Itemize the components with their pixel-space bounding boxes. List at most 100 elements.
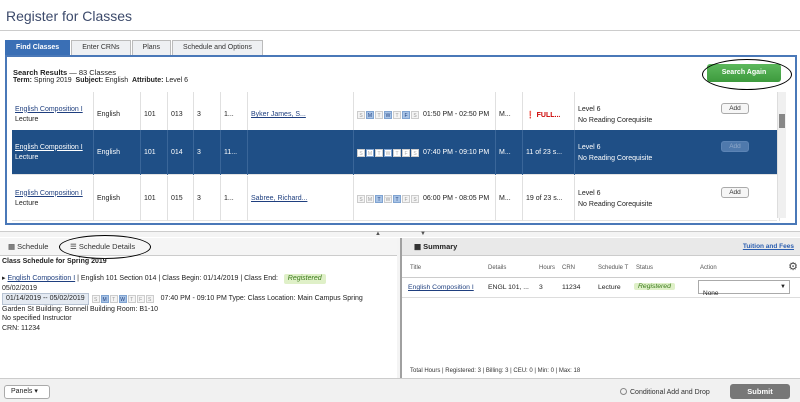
splitter-up-icon[interactable]: ▲ — [375, 231, 381, 237]
schedule-day-2: T — [109, 294, 118, 303]
conditional-radio[interactable] — [620, 388, 627, 395]
panels-button-label: Panels — [11, 388, 33, 395]
crn-text: 1... — [224, 195, 234, 202]
table-cell: 101 — [141, 130, 168, 175]
schedule-crn: CRN: 11234 — [2, 324, 41, 332]
meeting-time: 01:50 PM - 02:50 PM — [423, 111, 490, 118]
col-action: Action — [700, 265, 717, 271]
search-criteria: Term: Spring 2019 Subject: English Attri… — [13, 77, 188, 84]
meeting-day-5: F — [402, 110, 410, 119]
summary-crn: 11234 — [562, 284, 581, 291]
schedule-course-link[interactable]: English Composition I — [7, 275, 75, 282]
add-button[interactable]: Add — [721, 187, 749, 198]
course-number-text: 101 — [144, 111, 156, 118]
table-row[interactable]: English Composition I Lecture English 101 01… — [12, 176, 780, 221]
attribute-label: Attribute: — [131, 77, 164, 84]
schedule-end-date: 05/02/2019 — [2, 284, 38, 292]
section-text: 015 — [171, 195, 183, 202]
summary-row: English Composition I ENGL 101, ... 3 11… — [402, 278, 800, 298]
results-scrollbar[interactable] — [777, 92, 786, 218]
attribute-1: Level 6 — [578, 189, 601, 197]
tab-plans[interactable]: Plans — [131, 40, 172, 55]
col-status: Status — [636, 265, 654, 271]
course-title-link[interactable]: English Composition I — [15, 190, 83, 197]
meeting-day-5: F — [402, 148, 410, 157]
splitter-down-icon[interactable]: ▼ — [420, 231, 426, 237]
schedule-course-line: ▸ English Composition I | English 101 Se… — [2, 274, 397, 284]
col-title: Title — [410, 265, 422, 271]
schedule-meeting-line: 01/14/2019 -- 05/02/2019 SMTWTFS 07:40 P… — [2, 293, 397, 305]
tab-schedule-options[interactable]: Schedule and Options — [172, 40, 263, 55]
meeting-day-5: F — [402, 194, 410, 203]
meeting-day-2: T — [375, 148, 383, 157]
meeting-day-3: W — [384, 194, 392, 203]
status-full: ❗ FULL... — [526, 111, 561, 119]
panels-button[interactable]: Panels ▾ — [4, 385, 50, 399]
course-title-link[interactable]: English Composition I — [15, 106, 83, 113]
hours-text: 3 — [197, 111, 201, 118]
class-schedule-heading: Class Schedule for Spring 2019 — [2, 258, 107, 265]
status-seats: 19 of 23 s... — [526, 195, 563, 202]
tab-schedule-label: Schedule — [17, 242, 49, 251]
tab-find-classes[interactable]: Find Classes — [5, 40, 71, 55]
conditional-add-drop[interactable]: Conditional Add and Drop — [620, 388, 710, 396]
schedule-day-5: F — [136, 294, 145, 303]
col-schedule-type: Schedule T — [598, 265, 629, 271]
instructor-link[interactable]: Sabree, Richard... — [251, 195, 307, 202]
table-cell: S M T W T F S 07:40 PM - 09:10 PM — [354, 130, 496, 175]
table-cell: 3 — [194, 130, 221, 175]
main-tabs: Find Classes Enter CRNs Plans Schedule a… — [5, 40, 264, 55]
meeting-time: 06:00 PM - 08:05 PM — [423, 195, 490, 202]
table-cell: 1... — [221, 176, 248, 221]
attribute-1: Level 6 — [578, 105, 601, 113]
section-text: 013 — [171, 111, 183, 118]
table-cell: S M T W T F S 06:00 PM - 08:05 PM — [354, 176, 496, 221]
tuition-fees-link[interactable]: Tuition and Fees — [743, 243, 794, 250]
schedule-day-1: M — [100, 294, 109, 303]
gear-icon[interactable]: ⚙ — [788, 260, 798, 273]
table-cell: Level 6 No Reading Corequisite Add — [575, 176, 780, 221]
meeting-day-0: S — [357, 194, 365, 203]
summary-course-link[interactable]: English Composition I — [408, 284, 474, 291]
meeting-day-0: S — [357, 148, 365, 157]
attribute-1: Level 6 — [578, 143, 601, 151]
course-title-cell: English Composition I Lecture — [15, 189, 83, 209]
schedule-day-6: S — [145, 294, 154, 303]
highlight-circle-search-again — [702, 59, 792, 90]
table-row[interactable]: English Composition I Lecture English 101 01… — [12, 130, 780, 175]
table-cell: 014 — [168, 130, 194, 175]
highlight-circle-schedule-details — [59, 235, 151, 259]
crn-text: 11... — [224, 149, 238, 156]
course-type: Lecture — [15, 115, 39, 123]
subject-text: English — [97, 149, 120, 156]
table-cell: English — [94, 176, 141, 221]
course-type: Lecture — [15, 153, 39, 161]
submit-button[interactable]: Submit — [730, 384, 790, 399]
col-crn: CRN — [562, 265, 575, 271]
action-select-value: None — [703, 290, 719, 297]
course-title-link[interactable]: English Composition I — [15, 144, 83, 151]
summary-header-row: Title Details Hours CRN Schedule T Statu… — [402, 260, 800, 278]
scroll-thumb[interactable] — [779, 114, 785, 128]
term-label: Term: — [13, 77, 32, 84]
subject-label: Subject: — [75, 77, 104, 84]
summary-details: ENGL 101, ... — [488, 284, 529, 291]
conditional-label: Conditional Add and Drop — [630, 389, 710, 396]
campus-text: M... — [499, 149, 511, 156]
action-select[interactable]: None ▼ — [698, 280, 790, 297]
instructor-link[interactable]: Byker James, S... — [251, 111, 306, 118]
attribute-2: No Reading Corequisite — [578, 200, 653, 208]
table-cell: 101 — [141, 176, 168, 221]
summary-totals: Total Hours | Registered: 3 | Billing: 3… — [410, 368, 581, 374]
table-cell: English Composition I Lecture — [12, 130, 94, 175]
subject-text: English — [97, 111, 120, 118]
schedule-building: Garden St Building: Bonnell Building Roo… — [2, 305, 159, 313]
meeting-days: SMTWTFS — [357, 194, 419, 203]
attribute-2: No Reading Corequisite — [578, 154, 653, 162]
add-button[interactable]: Add — [721, 141, 749, 152]
tab-enter-crns[interactable]: Enter CRNs — [71, 40, 131, 55]
add-button[interactable]: Add — [721, 103, 749, 114]
campus-text: M... — [499, 195, 511, 202]
meeting-day-0: S — [357, 110, 365, 119]
tab-schedule[interactable]: ▦ Schedule — [8, 242, 48, 251]
